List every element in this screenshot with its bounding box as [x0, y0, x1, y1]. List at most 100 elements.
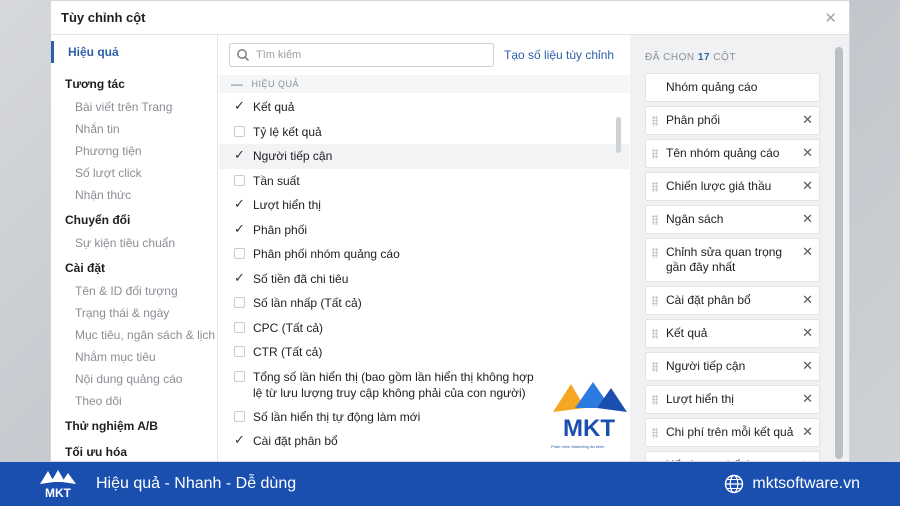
nav-section-title[interactable]: Tương tác — [51, 77, 217, 91]
metric-label: Cài đặt phân bổ — [253, 434, 338, 448]
drag-handle-icon[interactable] — [652, 149, 658, 159]
nav-sub-item[interactable]: Phương tiện — [51, 140, 217, 162]
remove-icon[interactable]: ✕ — [802, 178, 813, 193]
selected-column-item[interactable]: Cài đặt phân bổ ✕ — [645, 286, 820, 315]
nav-sub-item[interactable]: Số lượt click — [51, 162, 217, 184]
customize-columns-dialog: Tùy chỉnh cột ✕ Hiệu quả Tương tác Bài vi… — [50, 0, 850, 462]
remove-icon[interactable]: ✕ — [802, 112, 813, 127]
selected-column-item[interactable]: Xếp hạng chất lượng ✕ — [645, 451, 820, 461]
selected-columns-panel: ĐÃ CHỌN 17 CỘT Nhóm quảng cáo Phân phối ✕ T… — [630, 35, 849, 461]
checkbox-unchecked[interactable] — [234, 321, 245, 333]
drag-handle-icon[interactable] — [652, 116, 658, 126]
metric-row[interactable]: CTR (Tất cả) — [219, 340, 629, 365]
checkbox-checked[interactable] — [234, 98, 245, 114]
selected-column-item[interactable]: Ngân sách ✕ — [645, 205, 820, 234]
metrics-scrollbar[interactable] — [616, 117, 621, 153]
checkbox-unchecked[interactable] — [234, 410, 245, 422]
globe-icon — [725, 474, 744, 494]
remove-icon[interactable]: ✕ — [802, 424, 813, 439]
metric-row[interactable]: Kết quả — [219, 95, 629, 120]
metric-row[interactable]: Tần suất — [219, 169, 629, 194]
remove-icon[interactable]: ✕ — [802, 244, 813, 259]
nav-sub-item[interactable]: Nhắn tin — [51, 118, 217, 140]
nav-section-title[interactable]: Chuyển đổi — [51, 213, 217, 227]
create-custom-metric-link[interactable]: Tạo số liệu tùy chỉnh — [504, 48, 614, 62]
metric-row[interactable]: Số lần nhấp (Tất cả) — [219, 291, 629, 316]
remove-icon[interactable]: ✕ — [802, 391, 813, 406]
selected-column-label: Phân phối — [666, 113, 721, 127]
nav-sub-item[interactable]: Tên & ID đối tượng — [51, 280, 217, 302]
footer-website[interactable]: mktsoftware.vn — [724, 474, 860, 494]
selected-header: ĐÃ CHỌN 17 CỘT — [630, 35, 849, 73]
nav-sub-item[interactable]: Nhận thức — [51, 184, 217, 206]
checkbox-unchecked[interactable] — [234, 125, 245, 137]
nav-sub-item[interactable]: Bài viết trên Trang — [51, 96, 217, 118]
selected-column-item[interactable]: Phân phối ✕ — [645, 106, 820, 135]
metric-row[interactable]: Người tiếp cận — [219, 144, 629, 169]
selected-column-label: Nhóm quảng cáo — [666, 80, 758, 94]
checkbox-checked[interactable] — [234, 221, 245, 237]
drag-handle-icon[interactable] — [652, 395, 658, 405]
selected-column-item[interactable]: Chỉnh sửa quan trọng gần đây nhất ✕ — [645, 238, 820, 282]
remove-icon[interactable]: ✕ — [802, 457, 813, 461]
checkbox-unchecked[interactable] — [234, 370, 245, 382]
footer-slogan: Hiệu quả - Nhanh - Dễ dùng — [96, 475, 297, 492]
nav-sub-item[interactable]: Nhắm mục tiêu — [51, 346, 217, 368]
selected-column-item[interactable]: Lượt hiển thị ✕ — [645, 385, 820, 414]
checkbox-checked[interactable] — [234, 432, 245, 448]
remove-icon[interactable]: ✕ — [802, 145, 813, 160]
metric-label: Người tiếp cận — [253, 149, 333, 163]
nav-section-title[interactable]: Tối ưu hóa — [51, 445, 217, 459]
selected-column-item[interactable]: Kết quả ✕ — [645, 319, 820, 348]
drag-handle-icon[interactable] — [652, 182, 658, 192]
metrics-section-title: HIỆU QUẢ — [251, 79, 300, 89]
drag-handle-icon[interactable] — [652, 215, 658, 225]
metric-row[interactable]: Phân phối — [219, 218, 629, 243]
checkbox-checked[interactable] — [234, 196, 245, 212]
nav-sub-item[interactable]: Trạng thái & ngày — [51, 302, 217, 324]
drag-handle-icon[interactable] — [652, 362, 658, 372]
selected-column-item[interactable]: Người tiếp cận ✕ — [645, 352, 820, 381]
collapse-icon[interactable]: — — [231, 77, 244, 91]
nav-sub-item[interactable]: Sự kiện tiêu chuẩn — [51, 232, 217, 254]
remove-icon[interactable]: ✕ — [802, 325, 813, 340]
checkbox-unchecked[interactable] — [234, 297, 245, 308]
nav-sub-item[interactable]: Mục tiêu, ngân sách & lịch c — [51, 324, 217, 346]
checkbox-unchecked[interactable] — [234, 346, 245, 357]
metric-row[interactable]: Tỷ lệ kết quả — [219, 120, 629, 145]
metric-row[interactable]: Lượt hiển thị — [219, 193, 629, 218]
left-nav: Hiệu quả Tương tác Bài viết trên Trang Nhắ… — [51, 35, 218, 461]
nav-sub-item[interactable]: Theo dõi — [51, 390, 217, 412]
checkbox-unchecked[interactable] — [234, 174, 245, 186]
selected-column-item[interactable]: Chiến lược giá thầu ✕ — [645, 172, 820, 201]
checkbox-checked[interactable] — [234, 147, 245, 163]
metrics-section-header[interactable]: — HIỆU QUẢ — [219, 75, 629, 93]
selected-column-item[interactable]: Chi phí trên mỗi kết quả ✕ — [645, 418, 820, 447]
drag-handle-icon[interactable] — [652, 329, 658, 339]
search-input[interactable] — [256, 49, 476, 61]
nav-item-hieu-qua[interactable]: Hiệu quả — [51, 41, 217, 63]
selected-column-item[interactable]: Nhóm quảng cáo — [645, 73, 820, 102]
checkbox-unchecked[interactable] — [234, 248, 245, 259]
mkt-logo-mark: MKT — [553, 382, 627, 442]
metric-row[interactable]: CPC (Tất cả) — [219, 316, 629, 341]
close-icon[interactable]: ✕ — [824, 9, 837, 27]
nav-section-title[interactable]: Cài đặt — [51, 261, 217, 275]
metric-row[interactable]: Số tiền đã chi tiêu — [219, 267, 629, 292]
selected-column-label: Ngân sách — [666, 212, 724, 226]
drag-handle-icon[interactable] — [652, 428, 658, 438]
remove-icon[interactable]: ✕ — [802, 211, 813, 226]
metric-label: Phân phối nhóm quảng cáo — [253, 247, 400, 261]
search-box[interactable] — [229, 43, 494, 67]
nav-sub-item[interactable]: Nội dung quảng cáo — [51, 368, 217, 390]
dialog-title: Tùy chỉnh cột — [61, 10, 146, 25]
drag-handle-icon[interactable] — [652, 248, 658, 258]
checkbox-checked[interactable] — [234, 270, 245, 286]
selected-column-item[interactable]: Tên nhóm quảng cáo ✕ — [645, 139, 820, 168]
selected-scrollbar[interactable] — [835, 47, 843, 459]
nav-section-title[interactable]: Thử nghiệm A/B — [51, 419, 217, 433]
drag-handle-icon[interactable] — [652, 296, 658, 306]
remove-icon[interactable]: ✕ — [802, 292, 813, 307]
metric-row[interactable]: Phân phối nhóm quảng cáo — [219, 242, 629, 267]
remove-icon[interactable]: ✕ — [802, 358, 813, 373]
